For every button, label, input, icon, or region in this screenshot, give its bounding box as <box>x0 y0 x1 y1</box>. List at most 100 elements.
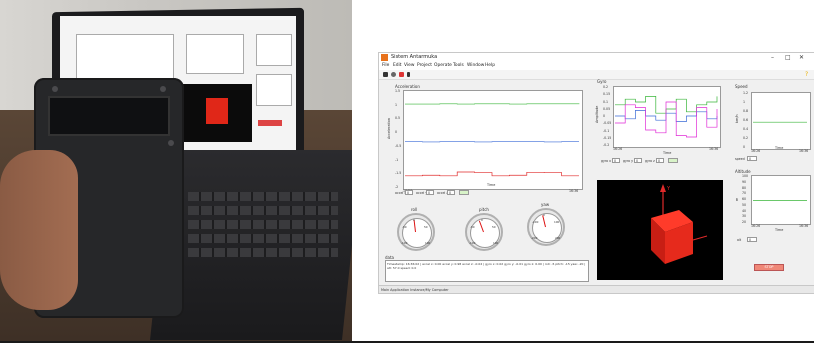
keyboard-row <box>188 192 338 201</box>
altitude-label: alt <box>737 238 742 242</box>
speed-x-start: 16:26 <box>751 149 761 153</box>
gauge-tick-label: 100 <box>493 241 499 245</box>
gyro-chart <box>613 86 721 148</box>
laptop-mini-chart <box>256 34 292 66</box>
altitude-x-end: 16:36 <box>799 224 809 228</box>
device-lcd <box>48 96 170 136</box>
acceleration-y-tick: 0.5 <box>395 116 401 121</box>
gyro-y-tick: -0.1 <box>603 128 610 133</box>
3d-scene: Y <box>651 184 708 264</box>
app-icon <box>381 54 388 61</box>
gyro-y-tick: 0.1 <box>603 99 609 104</box>
gyro-y-axis-title: Amplitude <box>595 105 599 123</box>
help-icon[interactable]: ? <box>805 71 808 78</box>
bottom-rule <box>0 341 814 343</box>
menu-edit[interactable]: Edit <box>393 62 402 70</box>
acceleration-y-tick: -1.5 <box>395 171 402 176</box>
menu-window[interactable]: Window <box>467 62 484 70</box>
gyro-x-end: 16:36 <box>709 147 719 151</box>
acceleration-plot <box>405 103 580 177</box>
gauge-tick-label: 0 <box>481 218 483 222</box>
gauge-tick-label: -200 <box>531 236 538 240</box>
gauge-tick-label: 0 <box>543 213 545 217</box>
gyro-z-label: gyro z <box>645 159 655 163</box>
gyro-y-tick: -0.15 <box>603 135 612 140</box>
altitude-y-tick: 20 <box>742 220 747 224</box>
speed-input[interactable]: 0 <box>747 156 757 161</box>
gyro-z-input[interactable]: 0 <box>656 158 664 163</box>
gyro-y-tick: 0.2 <box>603 85 609 89</box>
altitude-x-axis-title: Time <box>775 228 784 232</box>
gyro-y-input[interactable]: 0 <box>634 158 642 163</box>
x-axis-line <box>692 235 708 241</box>
laptop-mini-stop <box>258 120 282 126</box>
accel-indicator <box>459 190 469 195</box>
menu-project[interactable]: Project <box>417 62 432 70</box>
speed-y-tick: 1.2 <box>743 91 749 95</box>
accel-x-input[interactable]: 0 <box>405 190 413 195</box>
acceleration-y-tick: 1.5 <box>395 89 401 93</box>
speed-x-axis-title: Time <box>775 146 784 150</box>
gyro-x-label: gyro x <box>601 159 611 163</box>
gauge-tick-label: 50 <box>492 225 496 229</box>
gyro-y-tick: -0.2 <box>603 143 610 147</box>
gauge-tick-label: 100 <box>554 220 560 224</box>
hand <box>0 150 78 310</box>
gauge-tick-label: 0 <box>413 218 415 222</box>
pause-icon[interactable] <box>407 72 410 77</box>
gauge-tick-label: -100 <box>532 220 539 224</box>
altitude-y-tick: 40 <box>742 208 747 213</box>
speed-y-tick: 0.4 <box>743 127 749 131</box>
y-axis-arrow <box>660 184 666 192</box>
altitude-chart <box>751 175 811 225</box>
speed-chart <box>751 92 811 150</box>
run-continuous-icon[interactable] <box>391 72 396 77</box>
menu-view[interactable]: View <box>404 62 414 70</box>
gyro-title: Gyro <box>597 79 607 84</box>
menu-file[interactable]: File <box>382 62 389 70</box>
gauge-tick-label: -50 <box>470 225 475 229</box>
gyro-plot <box>615 96 718 138</box>
3d-viewer[interactable]: Y <box>597 180 723 280</box>
gauge-tick-label: -100 <box>469 241 476 245</box>
acceleration-y-axis-title: Acceleration <box>387 117 391 139</box>
speed-y-tick: 0.6 <box>743 118 749 122</box>
app-window: Sistem Antarmuka – □ ✕ File Edit View Pr… <box>378 52 814 294</box>
altitude-x-start: 16:26 <box>751 224 761 228</box>
run-arrow-icon[interactable] <box>383 72 388 77</box>
accel-z-input[interactable]: 0 <box>447 190 455 195</box>
stop-button[interactable]: STOP <box>754 264 784 271</box>
altitude-y-axis-title: m <box>735 197 739 201</box>
speed-y-tick: 0 <box>743 145 746 149</box>
laptop-mini-chart <box>256 74 292 106</box>
acceleration-x-axis-title: Time <box>487 183 496 187</box>
gyro-y-tick: -0.05 <box>603 121 612 126</box>
close-button[interactable]: ✕ <box>799 53 804 62</box>
gauge-roll-label: roll <box>411 207 418 212</box>
abort-icon[interactable] <box>399 72 404 77</box>
keyboard-row <box>188 248 338 257</box>
gauge-tick-label: -100 <box>401 241 408 245</box>
photo-panel <box>0 0 352 341</box>
data-text-area[interactable]: Timestamp: 16:36:02 | accel x: 0.00 acce… <box>385 260 589 282</box>
maximize-button[interactable]: □ <box>785 53 791 62</box>
menu-help[interactable]: Help <box>485 62 495 70</box>
status-bar: Main Application Instance/My Computer <box>379 285 814 293</box>
menu-tools[interactable]: Tools <box>453 62 464 70</box>
status-text: Main Application Instance/My Computer <box>381 288 449 292</box>
minimize-button[interactable]: – <box>771 53 774 62</box>
speed-y-tick: 1 <box>743 100 746 104</box>
altitude-y-tick: 50 <box>742 202 747 207</box>
gauge-pitch-label: pitch <box>479 207 489 212</box>
speed-title: Speed <box>735 84 748 89</box>
accel-series-2 <box>405 171 579 177</box>
altitude-plot <box>753 200 807 201</box>
laptop-mini-3d-object <box>206 98 228 124</box>
menu-operate[interactable]: Operate <box>434 62 452 70</box>
accel-y-input[interactable]: 0 <box>426 190 434 195</box>
altitude-y-tick: 70 <box>742 191 747 196</box>
keyboard-row <box>188 206 338 215</box>
gyro-x-input[interactable]: 0 <box>612 158 620 163</box>
altitude-input[interactable]: 0 <box>747 237 757 242</box>
acceleration-y-tick: -2 <box>395 185 399 189</box>
